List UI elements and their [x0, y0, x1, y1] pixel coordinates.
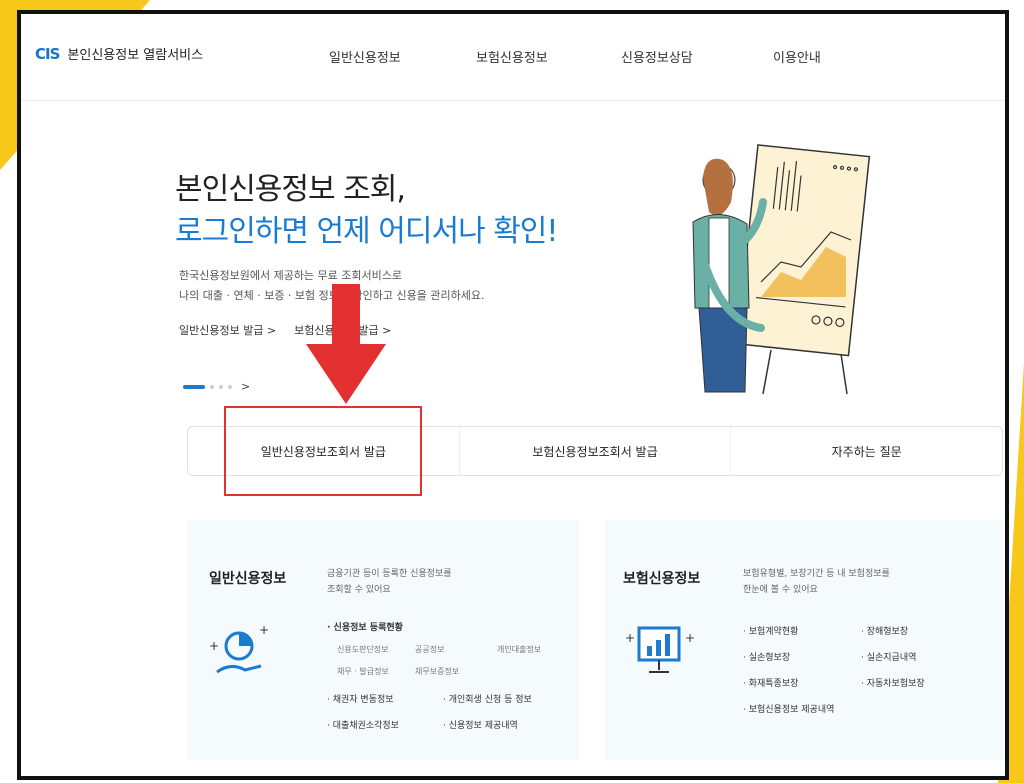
nav-usage-guide[interactable]: 이용안내 — [773, 47, 821, 66]
carousel-pager: > — [183, 380, 250, 393]
card-list-item[interactable]: · 실손형보장 — [743, 650, 790, 663]
pager-next-button[interactable]: > — [241, 380, 250, 393]
logo-text: 본인신용정보 열람서비스 — [67, 48, 204, 63]
hero-desc-line1: 한국신용정보원에서 제공하는 무료 조회서비스로 — [179, 269, 403, 282]
card-desc-line1: 보험유형별, 보장기간 등 내 보험정보를 — [743, 569, 890, 579]
card-subitem: 개인대출정보 — [497, 645, 542, 654]
site-logo[interactable]: CIS 본인신용정보 열람서비스 — [35, 44, 204, 64]
card-desc-line2: 한눈에 볼 수 있어요 — [743, 585, 818, 595]
pager-dot[interactable] — [228, 384, 232, 389]
card-subitem: 공공정보 — [415, 645, 445, 654]
card-desc-line2: 조회할 수 있어요 — [327, 585, 391, 595]
card-description: 금융기관 등이 등록한 신용정보를 조회할 수 있어요 — [327, 566, 452, 598]
site-header: CIS 본인신용정보 열람서비스 일반신용정보 보험신용정보 신용정보상담 이용… — [21, 14, 1005, 101]
tab-insurance-credit-report[interactable]: 보험신용정보조회서 발급 — [460, 427, 732, 475]
card-list-item[interactable]: · 채권자 변동정보 — [327, 692, 394, 705]
card-list-item[interactable]: · 보험신용정보 제공내역 — [743, 702, 834, 715]
card-list-item[interactable]: · 개인회생 신청 등 정보 — [443, 692, 532, 705]
pager-dot[interactable] — [210, 384, 214, 389]
logo-mark: CIS — [35, 44, 60, 63]
card-description: 보험유형별, 보장기간 등 내 보험정보를 한눈에 볼 수 있어요 — [743, 566, 890, 598]
svg-text:+: + — [685, 631, 695, 645]
card-list-item[interactable]: · 대출채권소각정보 — [327, 718, 399, 731]
pager-dot[interactable] — [219, 384, 223, 389]
card-subitem: 신용도판단정보 — [337, 645, 389, 654]
page-frame: CIS 본인신용정보 열람서비스 일반신용정보 보험신용정보 신용정보상담 이용… — [17, 10, 1009, 780]
hero-link-general[interactable]: 일반신용정보 발급 > — [179, 322, 276, 338]
presenter-illustration — [692, 144, 871, 395]
card-list-item[interactable]: · 화재특종보장 — [743, 676, 798, 689]
pie-chart-hand-icon: + + — [209, 623, 269, 674]
card-title: 보험신용정보 — [623, 571, 701, 587]
card-section-heading: · 신용정보 등록현황 — [327, 623, 403, 633]
red-arrow-icon — [306, 284, 386, 404]
card-list-item[interactable]: · 신용정보 제공내역 — [443, 718, 518, 731]
svg-text:+: + — [625, 631, 635, 645]
card-list-item[interactable]: · 실손지급내역 — [861, 650, 916, 663]
hero-title-line2: 로그인하면 언제 어디서나 확인! — [175, 214, 558, 249]
card-list-item[interactable]: · 자동차보험보장 — [861, 676, 925, 689]
general-credit-card: 일반신용정보 금융기관 등이 등록한 신용정보를 조회할 수 있어요 + + ·… — [187, 520, 579, 760]
highlight-box — [224, 406, 422, 496]
card-subitem: 채무 · 발급정보 — [337, 667, 389, 676]
hero-title-line1: 본인신용정보 조회, — [175, 172, 406, 207]
monitor-chart-icon: + + — [625, 626, 695, 673]
tab-faq[interactable]: 자주하는 질문 — [731, 427, 1002, 475]
card-list-item[interactable]: · 보험계약현황 — [743, 624, 798, 637]
insurance-credit-card: 보험신용정보 보험유형별, 보장기간 등 내 보험정보를 한눈에 볼 수 있어요… — [605, 520, 1003, 760]
card-title: 일반신용정보 — [209, 571, 287, 587]
card-subitem: 채무보증정보 — [415, 667, 460, 676]
nav-insurance-credit[interactable]: 보험신용정보 — [476, 47, 548, 66]
nav-credit-consult[interactable]: 신용정보상담 — [621, 47, 693, 66]
card-list-item[interactable]: · 장해형보장 — [861, 624, 908, 637]
svg-text:+: + — [209, 639, 219, 653]
pager-active-bar[interactable] — [183, 384, 205, 389]
svg-text:+: + — [259, 623, 269, 637]
nav-general-credit[interactable]: 일반신용정보 — [329, 47, 401, 66]
card-desc-line1: 금융기관 등이 등록한 신용정보를 — [327, 569, 452, 579]
